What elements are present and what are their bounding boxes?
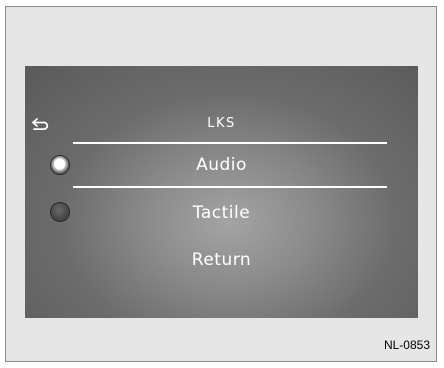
option-audio[interactable]: Audio <box>25 155 418 175</box>
figure-code: NL-0853 <box>383 338 430 352</box>
figure-frame: LKS Audio Tactile Return NL-0853 <box>5 6 437 362</box>
display-screen: LKS Audio Tactile Return <box>25 66 418 318</box>
selection-rule-bottom <box>73 186 387 188</box>
selection-rule-top <box>73 142 387 144</box>
option-tactile[interactable]: Tactile <box>25 203 418 223</box>
menu-title: LKS <box>207 116 236 131</box>
option-return[interactable]: Return <box>25 250 418 270</box>
